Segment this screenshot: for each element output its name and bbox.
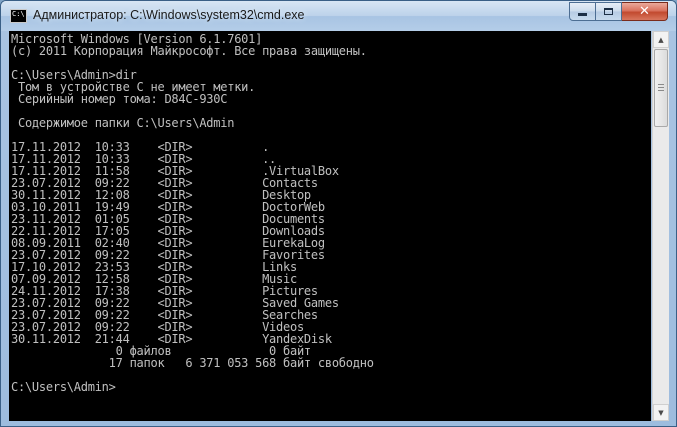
scroll-down-button[interactable]: ▼ <box>653 404 669 421</box>
arrow-down-icon: ▼ <box>658 408 664 417</box>
console-line: Серийный номер тома: D84C-930C <box>11 92 228 106</box>
console-output: Microsoft Windows [Version 6.1.7601] (c) … <box>9 31 651 393</box>
scroll-thumb[interactable] <box>654 49 668 127</box>
maximize-icon <box>604 8 613 15</box>
maximize-button[interactable] <box>596 2 622 21</box>
close-button[interactable]: ✕ <box>622 2 668 21</box>
thumb-grip <box>658 87 664 88</box>
thumb-grip <box>658 84 664 85</box>
caption-buttons: ✕ <box>569 2 668 21</box>
window-title: Администратор: C:\Windows\system32\cmd.e… <box>33 8 305 22</box>
vertical-scrollbar[interactable]: ▲ ▼ <box>652 31 669 421</box>
cmd-app-icon-label: C:\ <box>12 10 25 18</box>
close-icon: ✕ <box>639 4 650 19</box>
minimize-icon <box>578 13 587 16</box>
thumb-grip <box>658 90 664 91</box>
scroll-up-button[interactable]: ▲ <box>653 31 669 48</box>
console-area[interactable]: Microsoft Windows [Version 6.1.7601] (c) … <box>9 31 651 421</box>
console-line: Содержимое папки C:\Users\Admin <box>11 116 235 130</box>
cmd-window: C:\ Администратор: C:\Windows\system32\c… <box>0 0 677 427</box>
console-line: C:\Users\Admin> <box>11 380 116 394</box>
minimize-button[interactable] <box>569 2 596 21</box>
console-line: (c) 2011 Корпорация Майкрософт. Все прав… <box>11 44 367 58</box>
title-bar[interactable]: C:\ Администратор: C:\Windows\system32\c… <box>1 1 676 31</box>
arrow-up-icon: ▲ <box>658 35 664 44</box>
cmd-app-icon[interactable]: C:\ <box>10 9 27 23</box>
console-line: 17 папок 6 371 053 568 байт свободно <box>11 356 374 370</box>
